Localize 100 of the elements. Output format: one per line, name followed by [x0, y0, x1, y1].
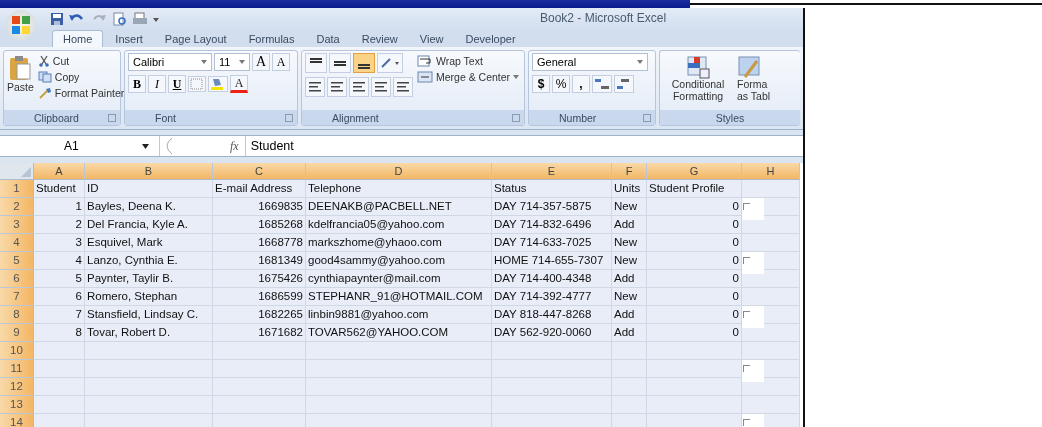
font-size-field[interactable]: 11: [214, 53, 250, 71]
row-header[interactable]: 7: [0, 288, 34, 306]
row-header[interactable]: 9: [0, 324, 34, 342]
font-color-button[interactable]: A: [230, 75, 248, 93]
row-header[interactable]: 12: [0, 378, 34, 396]
ribbon-tab[interactable]: Page Layout: [154, 31, 237, 47]
row-header[interactable]: 10: [0, 342, 34, 360]
comma-button[interactable]: ,: [572, 75, 590, 93]
row-header[interactable]: 11: [0, 360, 34, 378]
merge-center-button[interactable]: Merge & Center: [417, 71, 520, 83]
table-cell: 1669835: [213, 198, 306, 216]
column-header[interactable]: D: [306, 163, 492, 180]
wrap-text-button[interactable]: Wrap Text: [417, 55, 520, 67]
align-lines-icon[interactable]: [393, 77, 413, 97]
italic-button[interactable]: I: [148, 75, 166, 93]
office-button[interactable]: [6, 10, 36, 40]
cut-button[interactable]: Cut: [37, 55, 125, 67]
font-name-field[interactable]: Calibri: [128, 53, 212, 71]
align-lines-icon[interactable]: [349, 77, 369, 97]
grow-font-button[interactable]: A: [252, 53, 270, 71]
align-lines-icon[interactable]: [305, 77, 325, 97]
column-header[interactable]: A: [34, 163, 85, 180]
table-cell: New: [612, 288, 647, 306]
table-cell: 0: [647, 324, 742, 342]
fill-color-icon[interactable]: [208, 76, 228, 92]
align-lines-icon[interactable]: [371, 77, 391, 97]
vertical-align-icon[interactable]: [353, 53, 375, 73]
brush-icon: [37, 87, 52, 99]
table-cell: 0: [647, 288, 742, 306]
scissors-icon: [37, 55, 50, 67]
table-cell: 2: [34, 216, 85, 234]
table-cell: linbin9881@yahoo.com: [306, 306, 492, 324]
row-header[interactable]: 2: [0, 198, 34, 216]
increase-decimal-icon[interactable]: [592, 75, 612, 93]
checkbox[interactable]: [742, 198, 764, 220]
checkbox[interactable]: [742, 306, 764, 328]
column-header[interactable]: B: [85, 163, 213, 180]
table-cell: ID: [85, 180, 213, 198]
row-header[interactable]: 3: [0, 216, 34, 234]
customize-caret-icon[interactable]: [152, 15, 160, 23]
print-preview-icon[interactable]: [112, 12, 128, 26]
format-as-table-button[interactable]: Forma as Tabl: [737, 53, 771, 108]
save-icon[interactable]: [50, 12, 64, 26]
ribbon-tab[interactable]: Formulas: [238, 31, 305, 47]
table-cell: Student: [34, 180, 85, 198]
row-header[interactable]: 1: [0, 180, 34, 198]
table-cell: Del Francia, Kyle A.: [85, 216, 213, 234]
table-cell: DAY 714-392-4777: [492, 288, 612, 306]
row-header[interactable]: 6: [0, 270, 34, 288]
table-cell: Units: [612, 180, 647, 198]
format-painter-button[interactable]: Format Painter: [37, 87, 125, 99]
colored-grid-icon: [686, 55, 710, 79]
decrease-decimal-icon[interactable]: [614, 75, 634, 93]
formula-field[interactable]: Student: [244, 136, 803, 156]
function-label[interactable]: fx: [230, 138, 239, 154]
underline-button[interactable]: U: [168, 75, 186, 93]
column-header[interactable]: C: [213, 163, 306, 180]
bold-button[interactable]: B: [128, 75, 146, 93]
orientation-icon[interactable]: [377, 53, 403, 73]
table-cell: 1686599: [213, 288, 306, 306]
table-cell: DEENAKB@PACBELL.NET: [306, 198, 492, 216]
row-header[interactable]: 5: [0, 252, 34, 270]
table-brush-icon: [737, 55, 761, 79]
column-header[interactable]: E: [492, 163, 612, 180]
ribbon-tab[interactable]: Home: [52, 30, 104, 47]
table-cell: Add: [612, 216, 647, 234]
table-cell: 1682265: [213, 306, 306, 324]
vertical-align-icon[interactable]: [329, 53, 351, 73]
group-label: Styles: [715, 111, 745, 124]
table-cell: E-mail Address: [213, 180, 306, 198]
shrink-font-button[interactable]: A: [272, 53, 290, 71]
name-box[interactable]: A1: [0, 136, 160, 156]
merge-icon: [417, 71, 433, 83]
number-format-field[interactable]: General: [532, 53, 648, 71]
ribbon-tab[interactable]: Review: [351, 31, 408, 47]
column-header[interactable]: F: [612, 163, 647, 180]
currency-button[interactable]: $: [532, 75, 550, 93]
row-header[interactable]: 4: [0, 234, 34, 252]
table-cell: markszhome@yhaoo.com: [306, 234, 492, 252]
conditional-formatting-button[interactable]: Conditional Formatting: [663, 53, 733, 108]
ribbon-tab[interactable]: Data: [306, 31, 350, 47]
row-header[interactable]: 8: [0, 306, 34, 324]
column-header[interactable]: G: [647, 163, 742, 180]
ribbon-tab[interactable]: Insert: [105, 31, 153, 47]
copy-button[interactable]: Copy: [37, 71, 125, 83]
percent-button[interactable]: %: [552, 75, 570, 93]
table-cell: 1671682: [213, 324, 306, 342]
checkbox[interactable]: [742, 360, 764, 382]
ribbon-tab[interactable]: Developer: [455, 31, 526, 47]
column-header[interactable]: H: [742, 163, 800, 180]
checkbox[interactable]: [742, 252, 764, 274]
ribbon-tab[interactable]: View: [409, 31, 454, 47]
caret-icon: [201, 60, 207, 64]
align-lines-icon[interactable]: [327, 77, 347, 97]
table-cell: DAY 818-447-8268: [492, 306, 612, 324]
row-header[interactable]: 13: [0, 396, 34, 414]
row-header[interactable]: 14: [0, 414, 34, 427]
paste-button[interactable]: Paste: [7, 53, 34, 108]
table-cell: STEPHANR_91@HOTMAIL.COM: [306, 288, 492, 306]
vertical-align-icon[interactable]: [305, 53, 327, 73]
